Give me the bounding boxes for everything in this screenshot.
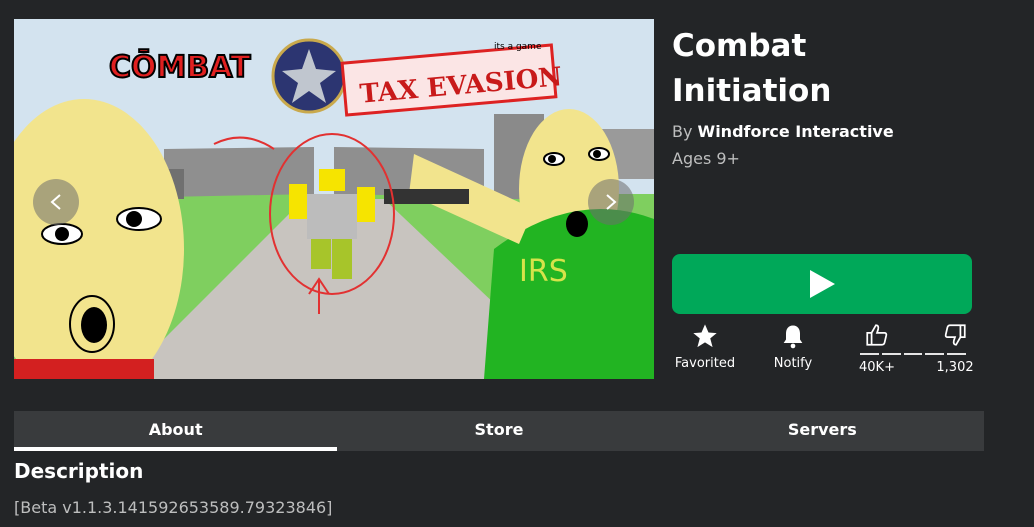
star-icon: [693, 324, 717, 348]
tab-servers[interactable]: Servers: [661, 411, 984, 451]
carousel-next-button[interactable]: [588, 179, 634, 225]
thumbs-up-icon: [866, 324, 888, 346]
chevron-right-icon: [606, 194, 617, 210]
by-prefix: By: [672, 122, 693, 141]
thumbnail-illustration: CŌMBAT TAX EVASION its a game IRS: [14, 19, 654, 379]
vote-ratio-bar: [860, 353, 966, 355]
downvote-count: 1,302: [936, 360, 974, 375]
notify-label: Notify: [773, 356, 813, 371]
description-heading: Description: [14, 459, 144, 483]
game-title-line2: Initiation: [672, 73, 832, 109]
game-title-line1: Combat: [672, 28, 807, 64]
game-actions: Favorited Notify 40K+ 1,302: [672, 322, 982, 382]
notify-button[interactable]: Notify: [768, 322, 818, 371]
thumbs-down-icon: [944, 324, 966, 346]
upvote-count: 40K+: [859, 360, 895, 375]
play-icon: [810, 270, 835, 298]
creator-link[interactable]: Windforce Interactive: [698, 122, 894, 141]
tab-about[interactable]: About: [14, 411, 338, 451]
downvote-button[interactable]: 1,302: [930, 322, 980, 375]
chevron-left-icon: [50, 194, 61, 210]
age-rating: Ages 9+: [672, 149, 740, 168]
game-thumbnail: CŌMBAT TAX EVASION its a game IRS: [14, 19, 654, 379]
carousel-prev-button[interactable]: [33, 179, 79, 225]
game-info: Combat Initiation By Windforce Interacti…: [672, 24, 992, 168]
play-button[interactable]: [672, 254, 972, 314]
favorite-label: Favorited: [674, 356, 736, 371]
bell-icon: [783, 325, 803, 349]
upvote-button[interactable]: 40K+: [852, 322, 902, 375]
shirt-text: IRS: [519, 254, 568, 289]
game-title: Combat Initiation: [672, 24, 992, 114]
description-text: [Beta v1.1.3.141592653589.79323846]: [14, 498, 333, 517]
creator-line: By Windforce Interactive: [672, 122, 992, 141]
favorite-button[interactable]: Favorited: [672, 322, 738, 371]
game-tabs: About Store Servers: [14, 411, 984, 451]
banner-caption-text: its a game: [494, 42, 542, 52]
combat-logo-text: CŌMBAT: [109, 49, 251, 85]
tab-store[interactable]: Store: [337, 411, 660, 451]
